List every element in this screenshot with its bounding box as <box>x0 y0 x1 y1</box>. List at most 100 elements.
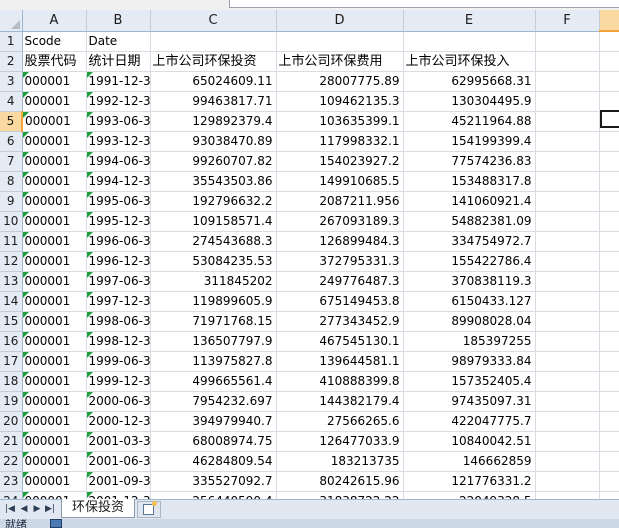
cell-expense[interactable]: 28007775.89 <box>276 71 404 92</box>
cell-date[interactable]: 1997-12-31 <box>86 291 151 312</box>
cell-investment[interactable]: 7954232.697 <box>150 391 277 412</box>
cell-date[interactable]: 1995-06-30 <box>86 191 151 212</box>
cell-expense[interactable] <box>276 31 404 52</box>
cell-date[interactable]: 1999-12-31 <box>86 371 151 392</box>
cell-date[interactable]: 2001-03-31 <box>86 431 151 452</box>
cell-date[interactable]: 1994-12-31 <box>86 171 151 192</box>
cell-investment[interactable]: 311845202 <box>150 271 277 292</box>
column-header-e[interactable]: E <box>403 10 536 32</box>
cell-date[interactable]: 1999-06-30 <box>86 351 151 372</box>
row-header[interactable]: 11 <box>0 231 23 252</box>
cell-empty-f[interactable] <box>535 151 600 172</box>
cell-expense[interactable]: 149910685.5 <box>276 171 404 192</box>
cell-input[interactable]: 97435097.31 <box>403 391 536 412</box>
cell-stock-code[interactable]: 000001 <box>22 431 87 452</box>
cell-expense[interactable]: 249776487.3 <box>276 271 404 292</box>
row-header[interactable]: 5 <box>0 111 23 132</box>
cell-investment[interactable]: 109158571.4 <box>150 211 277 232</box>
row-header[interactable]: 17 <box>0 351 23 372</box>
cell-input[interactable]: 45211964.88 <box>403 111 536 132</box>
cell-investment[interactable]: 上市公司环保投资 <box>150 51 277 72</box>
cell-empty-f[interactable] <box>535 211 600 232</box>
cell-date[interactable]: 1995-12-31 <box>86 211 151 232</box>
cell-expense[interactable]: 117998332.1 <box>276 131 404 152</box>
cell-expense[interactable]: 126899484.3 <box>276 231 404 252</box>
column-header-f[interactable]: F <box>535 10 600 32</box>
sheet-tab-active[interactable]: 环保投资 <box>61 499 136 518</box>
row-header[interactable]: 1 <box>0 31 23 52</box>
cell-input[interactable]: 146662859 <box>403 451 536 472</box>
cell-investment[interactable]: 335527092.7 <box>150 471 277 492</box>
cell-date[interactable]: 1993-12-31 <box>86 131 151 152</box>
cell-expense[interactable]: 上市公司环保费用 <box>276 51 404 72</box>
cell-expense[interactable]: 109462135.3 <box>276 91 404 112</box>
row-header[interactable]: 9 <box>0 191 23 212</box>
cell-empty-g[interactable] <box>599 331 619 352</box>
last-sheet-icon[interactable]: ▶| <box>44 503 56 515</box>
cell-date[interactable]: 1991-12-31 <box>86 71 151 92</box>
cell-empty-g[interactable] <box>599 91 619 112</box>
cell-stock-code[interactable]: 000001 <box>22 131 87 152</box>
cell-empty-f[interactable] <box>535 431 600 452</box>
cell-stock-code[interactable]: 000001 <box>22 231 87 252</box>
cell-investment[interactable]: 71971768.15 <box>150 311 277 332</box>
cell-input[interactable] <box>403 31 536 52</box>
cell-input[interactable]: 77574236.83 <box>403 151 536 172</box>
row-header[interactable]: 7 <box>0 151 23 172</box>
cell-empty-g[interactable] <box>599 51 619 72</box>
prev-sheet-icon[interactable]: ◀ <box>18 503 30 515</box>
cell-stock-code[interactable]: 000001 <box>22 331 87 352</box>
cell-stock-code[interactable]: 000001 <box>22 111 87 132</box>
cell-stock-code[interactable]: 股票代码 <box>22 51 87 72</box>
row-header[interactable]: 20 <box>0 411 23 432</box>
cell-expense[interactable]: 410888399.8 <box>276 371 404 392</box>
row-header[interactable]: 2 <box>0 51 23 72</box>
cell-input[interactable]: 6150433.127 <box>403 291 536 312</box>
row-header[interactable]: 21 <box>0 431 23 452</box>
cell-expense[interactable]: 372795331.3 <box>276 251 404 272</box>
cell-investment[interactable]: 65024609.11 <box>150 71 277 92</box>
cell-investment[interactable]: 136507797.9 <box>150 331 277 352</box>
cell-empty-f[interactable] <box>535 291 600 312</box>
cell-investment[interactable] <box>150 31 277 52</box>
cell-date[interactable]: 1996-06-30 <box>86 231 151 252</box>
cell-investment[interactable]: 99260707.82 <box>150 151 277 172</box>
cell-empty-g[interactable] <box>599 31 619 52</box>
cell-empty-f[interactable] <box>535 471 600 492</box>
cell-stock-code[interactable]: 000001 <box>22 351 87 372</box>
cell-stock-code[interactable]: 000001 <box>22 91 87 112</box>
cell-empty-f[interactable] <box>535 351 600 372</box>
cell-investment[interactable]: 93038470.89 <box>150 131 277 152</box>
cell-empty-g[interactable] <box>599 131 619 152</box>
cell-expense[interactable]: 183213735 <box>276 451 404 472</box>
cell-investment[interactable]: 192796632.2 <box>150 191 277 212</box>
cell-empty-f[interactable] <box>535 91 600 112</box>
row-header[interactable]: 12 <box>0 251 23 272</box>
cell-expense[interactable]: 467545130.1 <box>276 331 404 352</box>
row-header[interactable]: 6 <box>0 131 23 152</box>
cell-input[interactable]: 153488317.8 <box>403 171 536 192</box>
cell-empty-g[interactable] <box>599 391 619 412</box>
cell-input[interactable]: 上市公司环保投入 <box>403 51 536 72</box>
cell-stock-code[interactable]: 000001 <box>22 451 87 472</box>
column-header-b[interactable]: B <box>86 10 151 32</box>
cell-stock-code[interactable]: 000001 <box>22 391 87 412</box>
cell-input[interactable]: 154199399.4 <box>403 131 536 152</box>
cell-investment[interactable]: 113975827.8 <box>150 351 277 372</box>
cell-empty-g[interactable] <box>599 291 619 312</box>
cell-expense[interactable]: 267093189.3 <box>276 211 404 232</box>
cell-input[interactable]: 141060921.4 <box>403 191 536 212</box>
cell-empty-f[interactable] <box>535 71 600 92</box>
column-header-d[interactable]: D <box>276 10 404 32</box>
cell-date[interactable]: 1992-12-31 <box>86 91 151 112</box>
cell-empty-g[interactable] <box>599 251 619 272</box>
cell-input[interactable]: 130304495.9 <box>403 91 536 112</box>
cell-date[interactable]: 2001-09-30 <box>86 471 151 492</box>
cell-empty-f[interactable] <box>535 191 600 212</box>
cell-stock-code[interactable]: 000001 <box>22 251 87 272</box>
cell-stock-code[interactable]: 000001 <box>22 371 87 392</box>
row-header[interactable]: 18 <box>0 371 23 392</box>
row-header[interactable]: 15 <box>0 311 23 332</box>
cell-empty-f[interactable] <box>535 411 600 432</box>
cell-stock-code[interactable]: 000001 <box>22 171 87 192</box>
